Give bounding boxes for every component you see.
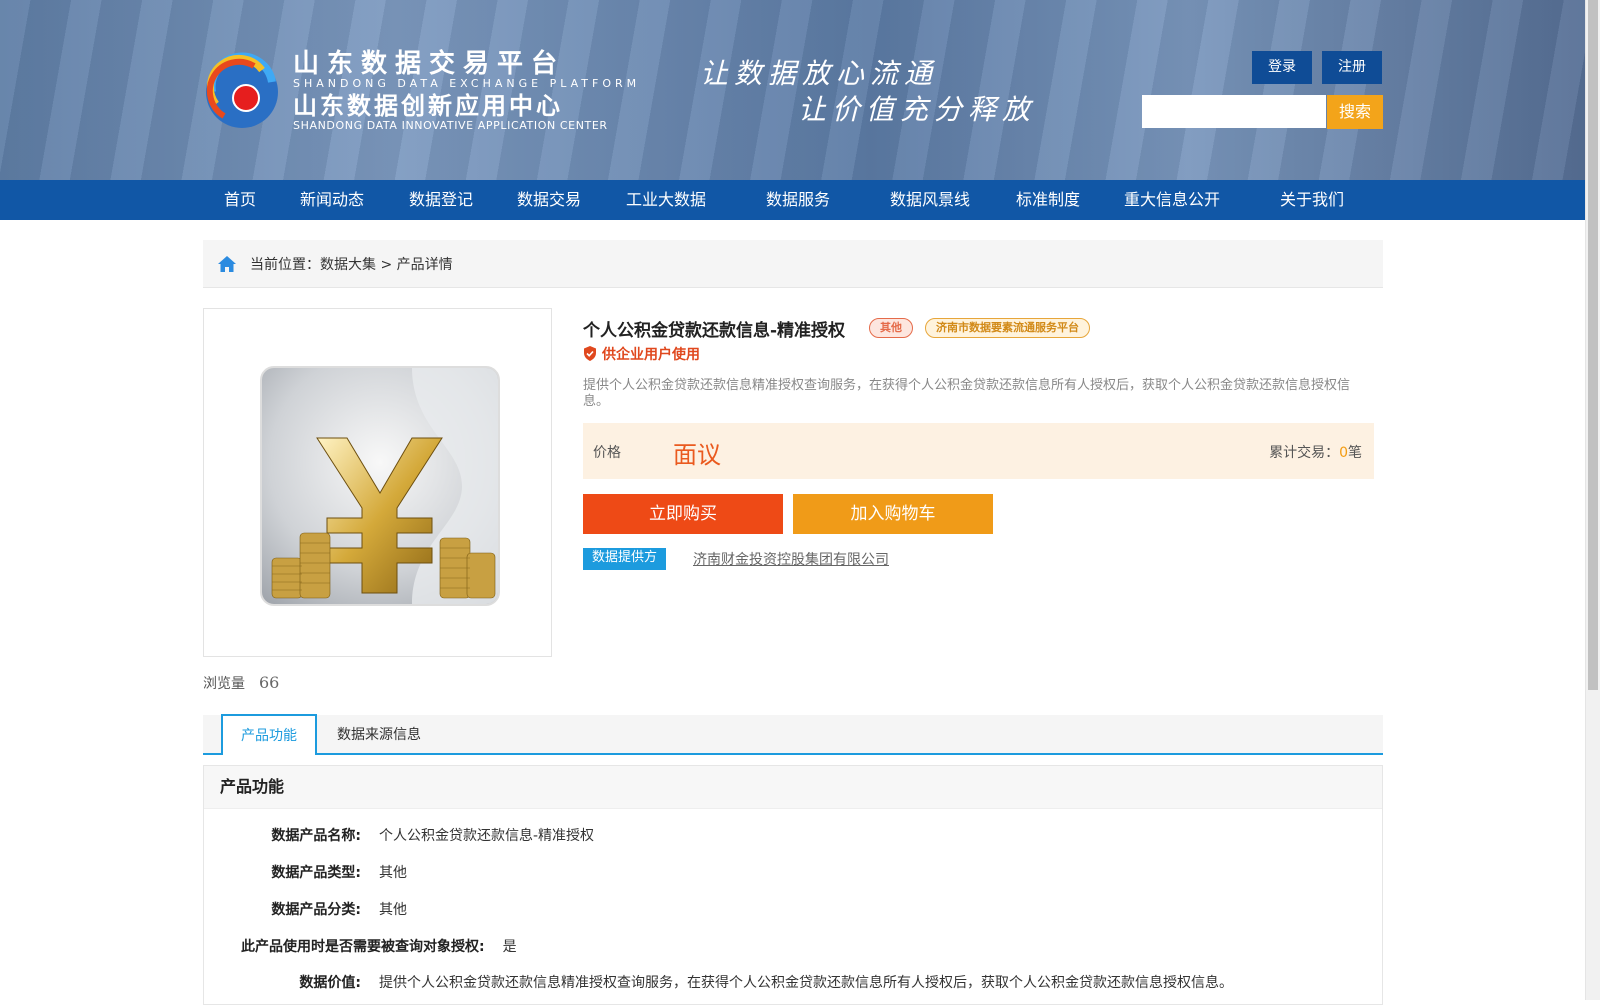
section-title: 产品功能	[204, 766, 1382, 809]
provider-badge: 数据提供方	[583, 548, 667, 570]
logo-title-en: SHANDONG DATA EXCHANGE PLATFORM	[293, 77, 641, 90]
platform-tag: 济南市数据要素流通服务平台	[925, 318, 1090, 338]
feature-value: 其他	[379, 902, 407, 918]
logo-subtitle-cn: 山东数据创新应用中心	[293, 92, 563, 120]
price-label: 价格	[593, 445, 621, 461]
deal-count-label: 累计交易：	[1269, 445, 1340, 461]
feature-key: 此产品使用时是否需要被查询对象授权:	[241, 939, 485, 955]
nav-item-disclosure[interactable]: 重大信息公开	[1124, 180, 1220, 220]
feature-row: 数据产品类型: 其他	[241, 865, 407, 881]
tab-product-features[interactable]: 产品功能	[221, 714, 317, 755]
site-header: 山东数据交易平台 SHANDONG DATA EXCHANGE PLATFORM…	[0, 0, 1585, 180]
feature-key: 数据产品名称:	[271, 828, 361, 844]
slogan-line-2: 让价值充分释放	[798, 93, 1037, 126]
search-button[interactable]: 搜索	[1327, 95, 1383, 129]
breadcrumb: 当前位置：数据大集 > 产品详情	[203, 240, 1383, 288]
tab-data-source[interactable]: 数据来源信息	[337, 715, 421, 755]
enterprise-note-text: 供企业用户使用	[602, 347, 700, 363]
feature-key: 数据产品分类:	[271, 902, 361, 918]
page-scrollbar[interactable]	[1585, 0, 1600, 1000]
feature-key: 数据价值:	[299, 975, 361, 991]
home-icon[interactable]	[217, 254, 237, 274]
feature-row: 此产品使用时是否需要被查询对象授权: 是	[241, 939, 517, 955]
nav-item-home[interactable]: 首页	[224, 180, 256, 220]
enterprise-note: 供企业用户使用	[583, 344, 700, 364]
provider-link[interactable]: 济南财金投资控股集团有限公司	[693, 549, 889, 569]
tab-bar: 产品功能 数据来源信息	[203, 714, 1383, 755]
nav-item-data-landscape[interactable]: 数据风景线	[890, 180, 970, 220]
scrollbar-thumb[interactable]	[1588, 0, 1598, 690]
logo-text: 山东数据交易平台 SHANDONG DATA EXCHANGE PLATFORM…	[293, 50, 640, 132]
nav-item-news[interactable]: 新闻动态	[300, 180, 364, 220]
buy-now-button[interactable]: 立即购买	[583, 494, 783, 534]
deal-count-unit: 笔	[1348, 445, 1362, 461]
product-features-section: 产品功能	[203, 765, 1383, 1005]
product-image	[260, 366, 500, 606]
logo-title-cn: 山东数据交易平台	[293, 49, 566, 79]
login-button[interactable]: 登录	[1252, 51, 1312, 84]
feature-value: 提供个人公积金贷款还款信息精准授权查询服务，在获得个人公积金贷款还款信息所有人授…	[379, 975, 1233, 991]
feature-row: 数据产品分类: 其他	[241, 902, 407, 918]
nav-item-data-trading[interactable]: 数据交易	[517, 180, 581, 220]
product-description: 提供个人公积金贷款还款信息精准授权查询服务，在获得个人公积金贷款还款信息所有人授…	[583, 378, 1351, 409]
breadcrumb-text[interactable]: 当前位置：数据大集 > 产品详情	[250, 254, 453, 274]
nav-item-industrial-big-data[interactable]: 工业大数据	[626, 180, 706, 220]
price-value: 面议	[673, 441, 721, 469]
product-title: 个人公积金贷款还款信息-精准授权	[583, 321, 846, 341]
search-input[interactable]	[1142, 95, 1326, 128]
yen-coins-icon	[271, 368, 498, 604]
register-button[interactable]: 注册	[1322, 51, 1382, 84]
feature-value: 个人公积金贷款还款信息-精准授权	[379, 828, 595, 844]
product-type-tag: 其他	[869, 318, 913, 338]
nav-item-data-services[interactable]: 数据服务	[766, 180, 830, 220]
logo-icon	[206, 52, 278, 128]
view-count-label: 浏览量	[203, 676, 245, 692]
logo-subtitle-en: SHANDONG DATA INNOVATIVE APPLICATION CEN…	[293, 119, 608, 132]
view-count-value: 66	[259, 673, 280, 692]
deal-count-value: 0	[1339, 445, 1348, 461]
slogan-line-1: 让数据放心流通	[700, 57, 939, 90]
feature-key: 数据产品类型:	[271, 865, 361, 881]
view-count: 浏览量 66	[203, 673, 279, 693]
feature-row: 数据价值: 提供个人公积金贷款还款信息精准授权查询服务，在获得个人公积金贷款还款信…	[241, 975, 1233, 991]
add-to-cart-button[interactable]: 加入购物车	[793, 494, 993, 534]
price-box: 价格 面议 累计交易：0笔	[583, 423, 1374, 479]
product-image-frame	[203, 308, 552, 657]
shield-check-icon	[584, 346, 596, 361]
nav-item-about[interactable]: 关于我们	[1280, 180, 1344, 220]
deal-count: 累计交易：0笔	[1269, 442, 1362, 462]
feature-value: 是	[502, 939, 517, 955]
nav-item-standards[interactable]: 标准制度	[1016, 180, 1080, 220]
main-nav: 首页 新闻动态 数据登记 数据交易 工业大数据 数据服务 数据风景线 标准制度 …	[0, 180, 1585, 220]
nav-item-data-registration[interactable]: 数据登记	[409, 180, 473, 220]
feature-row: 数据产品名称: 个人公积金贷款还款信息-精准授权	[241, 828, 594, 844]
feature-value: 其他	[379, 865, 407, 881]
